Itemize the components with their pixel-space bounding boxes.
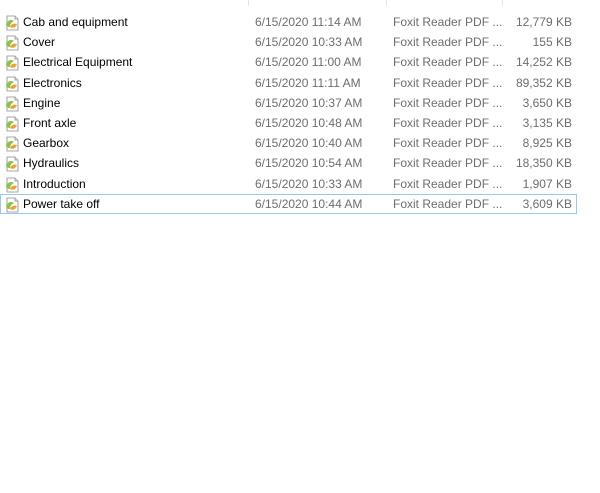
- file-rows: Cab and equipment 6/15/2020 11:14 AM Fox…: [0, 12, 580, 214]
- file-date-modified: 6/15/2020 10:48 AM: [255, 115, 363, 130]
- file-name: Introduction: [23, 176, 86, 191]
- file-list-view: Cab and equipment 6/15/2020 11:14 AM Fox…: [0, 0, 600, 493]
- file-type: Foxit Reader PDF ...: [393, 15, 503, 29]
- file-date-modified: 6/15/2020 10:37 AM: [255, 95, 363, 110]
- file-size: 12,779 KB: [515, 15, 572, 29]
- file-type: Foxit Reader PDF ...: [393, 115, 503, 130]
- file-row[interactable]: Cover 6/15/2020 10:33 AM Foxit Reader PD…: [0, 32, 577, 52]
- file-size: 3,609 KB: [522, 196, 572, 211]
- file-name: Front axle: [23, 115, 77, 130]
- file-type: Foxit Reader PDF ...: [393, 35, 503, 50]
- file-name: Hydraulics: [23, 156, 80, 171]
- file-date-modified: 6/15/2020 10:33 AM: [255, 35, 363, 50]
- file-name: Power take off: [23, 196, 100, 211]
- file-row[interactable]: Electronics 6/15/2020 11:11 AM Foxit Rea…: [0, 73, 577, 93]
- file-row[interactable]: Engine 6/15/2020 10:37 AM Foxit Reader P…: [0, 93, 577, 113]
- file-date-modified: 6/15/2020 11:00 AM: [255, 55, 362, 70]
- file-type: Foxit Reader PDF ...: [393, 176, 503, 191]
- file-size: 155 KB: [532, 35, 572, 50]
- pdf-file-icon: [5, 156, 20, 172]
- file-date-modified: 6/15/2020 10:40 AM: [255, 136, 363, 151]
- pdf-file-icon: [5, 136, 20, 152]
- pdf-file-icon: [5, 55, 20, 71]
- file-type: Foxit Reader PDF ...: [393, 95, 503, 110]
- file-name: Gearbox: [23, 136, 70, 151]
- file-row[interactable]: Hydraulics 6/15/2020 10:54 AM Foxit Read…: [0, 153, 577, 173]
- pdf-file-icon: [5, 76, 20, 92]
- column-separator[interactable]: [248, 0, 249, 6]
- pdf-file-icon: [5, 15, 20, 31]
- file-name: Engine: [23, 95, 61, 110]
- file-size: 18,350 KB: [515, 156, 572, 171]
- file-row[interactable]: Gearbox 6/15/2020 10:40 AM Foxit Reader …: [0, 133, 577, 153]
- file-type: Foxit Reader PDF ...: [393, 196, 503, 211]
- file-name: Electrical Equipment: [23, 55, 133, 70]
- file-type: Foxit Reader PDF ...: [393, 136, 503, 151]
- file-size: 3,650 KB: [522, 95, 572, 110]
- file-row[interactable]: Front axle 6/15/2020 10:48 AM Foxit Read…: [0, 113, 577, 133]
- file-date-modified: 6/15/2020 10:54 AM: [255, 156, 363, 171]
- pdf-file-icon: [5, 197, 20, 213]
- file-date-modified: 6/15/2020 10:44 AM: [255, 196, 363, 211]
- file-name: Cover: [23, 35, 56, 50]
- pdf-file-icon: [5, 96, 20, 112]
- file-date-modified: 6/15/2020 10:33 AM: [255, 176, 363, 191]
- file-size: 14,252 KB: [515, 55, 572, 70]
- file-size: 8,925 KB: [522, 136, 572, 151]
- file-size: 89,352 KB: [515, 75, 572, 90]
- column-separator[interactable]: [502, 0, 503, 6]
- file-date-modified: 6/15/2020 11:14 AM: [255, 15, 362, 29]
- file-name: Cab and equipment: [23, 15, 128, 29]
- file-size: 3,135 KB: [522, 115, 572, 130]
- file-name: Electronics: [23, 75, 82, 90]
- file-row[interactable]: Introduction 6/15/2020 10:33 AM Foxit Re…: [0, 174, 577, 194]
- file-row[interactable]: Power take off 6/15/2020 10:44 AM Foxit …: [0, 193, 577, 214]
- file-size: 1,907 KB: [522, 176, 572, 191]
- file-type: Foxit Reader PDF ...: [393, 156, 503, 171]
- column-separator[interactable]: [386, 0, 387, 6]
- file-type: Foxit Reader PDF ...: [393, 75, 503, 90]
- file-row[interactable]: Electrical Equipment 6/15/2020 11:00 AM …: [0, 52, 577, 72]
- file-type: Foxit Reader PDF ...: [393, 55, 503, 70]
- pdf-file-icon: [5, 35, 20, 51]
- file-date-modified: 6/15/2020 11:11 AM: [255, 75, 361, 90]
- pdf-file-icon: [5, 116, 20, 132]
- file-row[interactable]: Cab and equipment 6/15/2020 11:14 AM Fox…: [0, 12, 577, 32]
- pdf-file-icon: [5, 177, 20, 193]
